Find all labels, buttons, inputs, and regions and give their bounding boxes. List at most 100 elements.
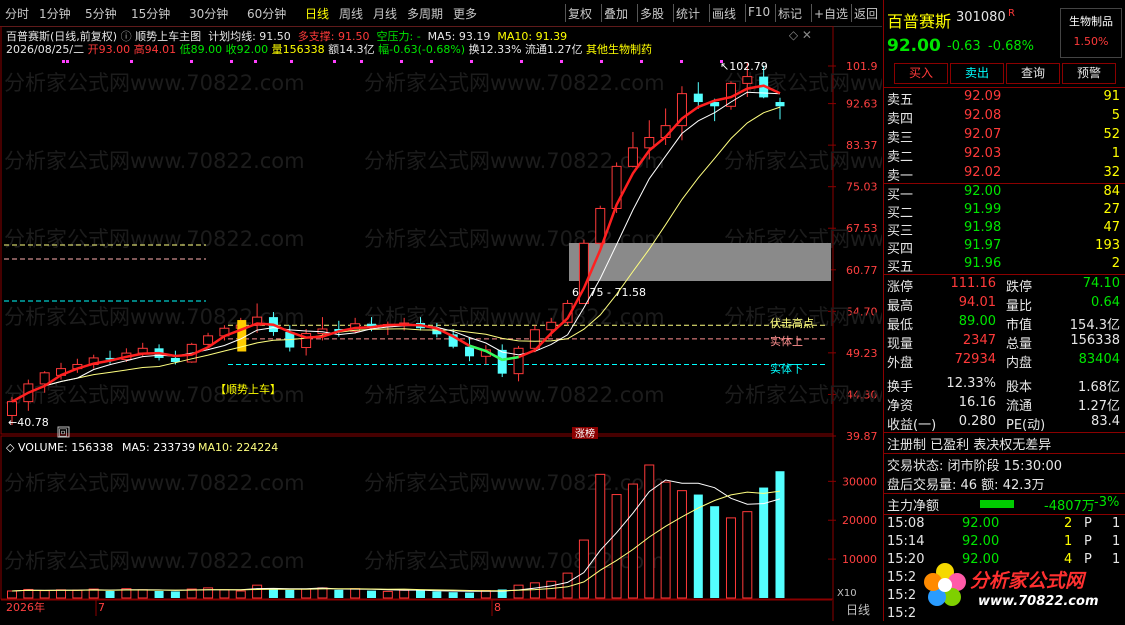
watermark-text: 分析家公式网www.70822.com bbox=[4, 549, 305, 573]
bid-volume: 84 bbox=[1103, 184, 1120, 199]
tick-time: 15:2 bbox=[887, 570, 917, 585]
ask-row: 卖四 92.08 5 bbox=[884, 108, 1125, 127]
volume-bar bbox=[334, 589, 344, 598]
ohlc-float: 流通1.27亿 bbox=[525, 43, 583, 56]
stat-label: 流通 bbox=[1006, 399, 1033, 414]
signal-dot bbox=[680, 60, 683, 63]
sell-button[interactable]: 卖出 bbox=[950, 63, 1004, 84]
tick-time: 15:08 bbox=[887, 516, 925, 531]
buy-signal-label: 【顺势上车】 bbox=[215, 382, 281, 396]
stat-label: 净资 bbox=[887, 399, 914, 414]
stock-code: 301080 bbox=[956, 10, 1006, 25]
tick-volume: 1 bbox=[1064, 534, 1073, 549]
tick-row: 15:2 bbox=[884, 606, 1125, 625]
signal-dot bbox=[66, 60, 69, 63]
kline-chart[interactable]: 101.9 92.63 83.37 75.03 67.53 60.77 54.70 49.23… bbox=[0, 26, 882, 621]
watermark-text: 分析家公式网www.70822.com bbox=[364, 471, 665, 495]
volume-bar bbox=[611, 494, 622, 599]
signal-dot bbox=[333, 60, 336, 63]
volume-bar bbox=[219, 589, 230, 599]
ohlc-open: 开93.00 bbox=[87, 43, 131, 56]
tool-button-6[interactable]: 标记 bbox=[778, 5, 802, 22]
period-tab-2[interactable]: 5分钟 bbox=[85, 5, 117, 22]
tool-button-2[interactable]: 多股 bbox=[640, 5, 664, 22]
volume-bar bbox=[725, 517, 736, 599]
period-tab-4[interactable]: 30分钟 bbox=[189, 5, 228, 22]
stock-name: 百普赛斯 bbox=[887, 12, 952, 31]
stat-label: 股本 bbox=[1006, 380, 1033, 395]
volume-bar bbox=[742, 511, 753, 599]
body-bottom-label: 实体下 bbox=[770, 361, 803, 375]
tick-price: 92.00 bbox=[962, 534, 1000, 549]
ask-volume: 52 bbox=[1103, 127, 1120, 142]
main-net-label: 主力净额 bbox=[887, 499, 940, 514]
period-tab-7[interactable]: 周线 bbox=[339, 5, 363, 22]
tick-flag: P bbox=[1084, 552, 1092, 567]
volume-bar bbox=[235, 590, 246, 599]
tick-time: 15:2 bbox=[887, 588, 917, 603]
volume-bar bbox=[350, 588, 361, 599]
tool-button-8[interactable]: 返回 bbox=[854, 5, 878, 22]
volume-bar bbox=[105, 591, 115, 598]
tool-button-0[interactable]: 复权 bbox=[568, 5, 592, 22]
volume-bar bbox=[465, 592, 475, 598]
stat-row: 净资 16.16 流通 1.27亿 bbox=[884, 395, 1125, 414]
tool-button-3[interactable]: 统计 bbox=[676, 5, 700, 22]
ohlc-date: 2026/08/25/二 bbox=[6, 43, 85, 56]
quote-panel: 百普赛斯 301080 R 生物制品 1.50% 92.00 -0.63 -0.… bbox=[883, 0, 1125, 621]
main-net-pct: -3% bbox=[1094, 495, 1120, 510]
stat-row: 最低 89.00 市值 154.3亿 bbox=[884, 314, 1125, 333]
watermark-text: 分析家公式网www.70822.com bbox=[724, 383, 882, 407]
period-tab-10[interactable]: 更多 bbox=[453, 5, 477, 22]
period-tab-3[interactable]: 15分钟 bbox=[131, 5, 170, 22]
signal-dot bbox=[640, 60, 643, 63]
tool-button-5[interactable]: F10 bbox=[748, 5, 770, 19]
period-tab-8[interactable]: 月线 bbox=[373, 5, 397, 22]
price-axis-label: 92.63 bbox=[846, 98, 878, 111]
alert-button[interactable]: 预警 bbox=[1062, 63, 1116, 84]
price-axis-label: 49.23 bbox=[846, 347, 878, 360]
stat-label: 外盘 bbox=[887, 356, 914, 371]
limit-up-label: 涨榜 bbox=[575, 427, 595, 440]
tool-button-7[interactable]: +自选 bbox=[814, 5, 848, 22]
bid-row: 买一 92.00 84 bbox=[884, 184, 1125, 203]
volume-ma10: MA10: 224224 bbox=[198, 441, 278, 454]
tick-count: 1 bbox=[1112, 534, 1121, 549]
ask-price: 92.02 bbox=[964, 165, 1002, 180]
volume-bar bbox=[285, 589, 295, 598]
ask-price: 92.03 bbox=[964, 146, 1002, 161]
signal-dot bbox=[720, 60, 723, 63]
bid-label: 买二 bbox=[887, 206, 914, 221]
chart-options-icons[interactable]: ◇ ✕ bbox=[789, 28, 812, 42]
volume-bar bbox=[660, 481, 671, 599]
period-tab-0[interactable]: 分时 bbox=[5, 5, 29, 22]
signal-dot bbox=[520, 60, 523, 63]
tick-row: 15:20 92.00 4 P 1 bbox=[884, 552, 1125, 571]
period-tab-9[interactable]: 多周期 bbox=[407, 5, 443, 22]
tick-time: 15:2 bbox=[887, 606, 917, 621]
ask-label: 卖四 bbox=[887, 112, 914, 127]
stat-label: 最高 bbox=[887, 299, 914, 314]
tick-count: 1 bbox=[1112, 552, 1121, 567]
tool-button-1[interactable]: 叠加 bbox=[604, 5, 628, 22]
signal-dot bbox=[600, 60, 603, 63]
watermark-text: 分析家公式网www.70822.com bbox=[4, 149, 305, 173]
main-net-bar bbox=[980, 500, 1014, 508]
stat-row: 收益(一) 0.280 PE(动) 83.4 bbox=[884, 414, 1125, 433]
period-tab-5[interactable]: 60分钟 bbox=[247, 5, 286, 22]
stat-value: 83404 bbox=[1078, 352, 1120, 367]
buy-button[interactable]: 买入 bbox=[894, 63, 948, 84]
period-indicator: 日线 bbox=[846, 603, 870, 617]
period-tab-6[interactable]: 日线 bbox=[305, 5, 329, 22]
bid-price: 91.98 bbox=[964, 220, 1002, 235]
kline-svg[interactable]: 101.992.6383.3775.0367.5360.7754.7049.23… bbox=[0, 26, 882, 621]
query-button[interactable]: 查询 bbox=[1006, 63, 1060, 84]
candle-body bbox=[627, 147, 638, 167]
tool-button-4[interactable]: 画线 bbox=[712, 5, 736, 22]
period-tab-1[interactable]: 1分钟 bbox=[39, 5, 71, 22]
candle-body bbox=[170, 357, 180, 363]
ohlc-sector: 其他生物制药 bbox=[586, 43, 653, 56]
after-hours: 盘后交易量: 46 额: 42.3万 bbox=[887, 478, 1045, 493]
volume-bar bbox=[644, 464, 655, 599]
ask-label: 卖三 bbox=[887, 131, 914, 146]
